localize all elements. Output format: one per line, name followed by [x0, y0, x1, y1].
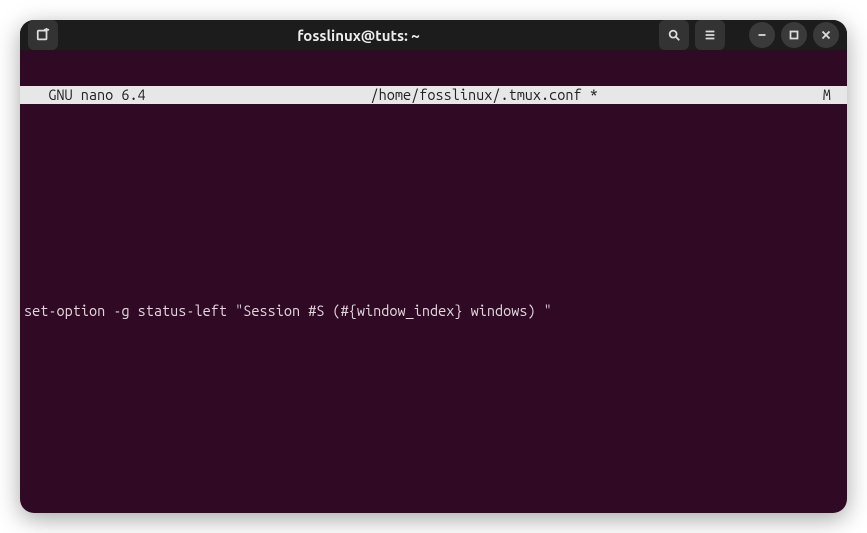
window-title: fosslinux@tuts: ~	[64, 27, 653, 44]
minimize-button[interactable]	[749, 22, 775, 48]
nano-modified-flag: M	[823, 86, 843, 104]
nano-filename: /home/fosslinux/.tmux.conf *	[146, 86, 823, 104]
nano-header: GNU nano 6.4 /home/fosslinux/.tmux.conf …	[20, 86, 847, 104]
code-line: set-option -g status-left "Session #S (#…	[24, 302, 843, 320]
terminal-body[interactable]: GNU nano 6.4 /home/fosslinux/.tmux.conf …	[20, 50, 847, 513]
terminal-window: fosslinux@tuts: ~ GNU nano 6.4 /home/fos…	[20, 20, 847, 513]
maximize-button[interactable]	[781, 22, 807, 48]
new-tab-button[interactable]	[28, 20, 58, 50]
titlebar: fosslinux@tuts: ~	[20, 20, 847, 50]
search-button[interactable]	[659, 20, 689, 50]
close-button[interactable]	[813, 22, 839, 48]
nano-version: GNU nano 6.4	[24, 86, 146, 104]
editor-content[interactable]: set-option -g status-left "Session #S (#…	[20, 158, 847, 513]
menu-button[interactable]	[695, 20, 725, 50]
